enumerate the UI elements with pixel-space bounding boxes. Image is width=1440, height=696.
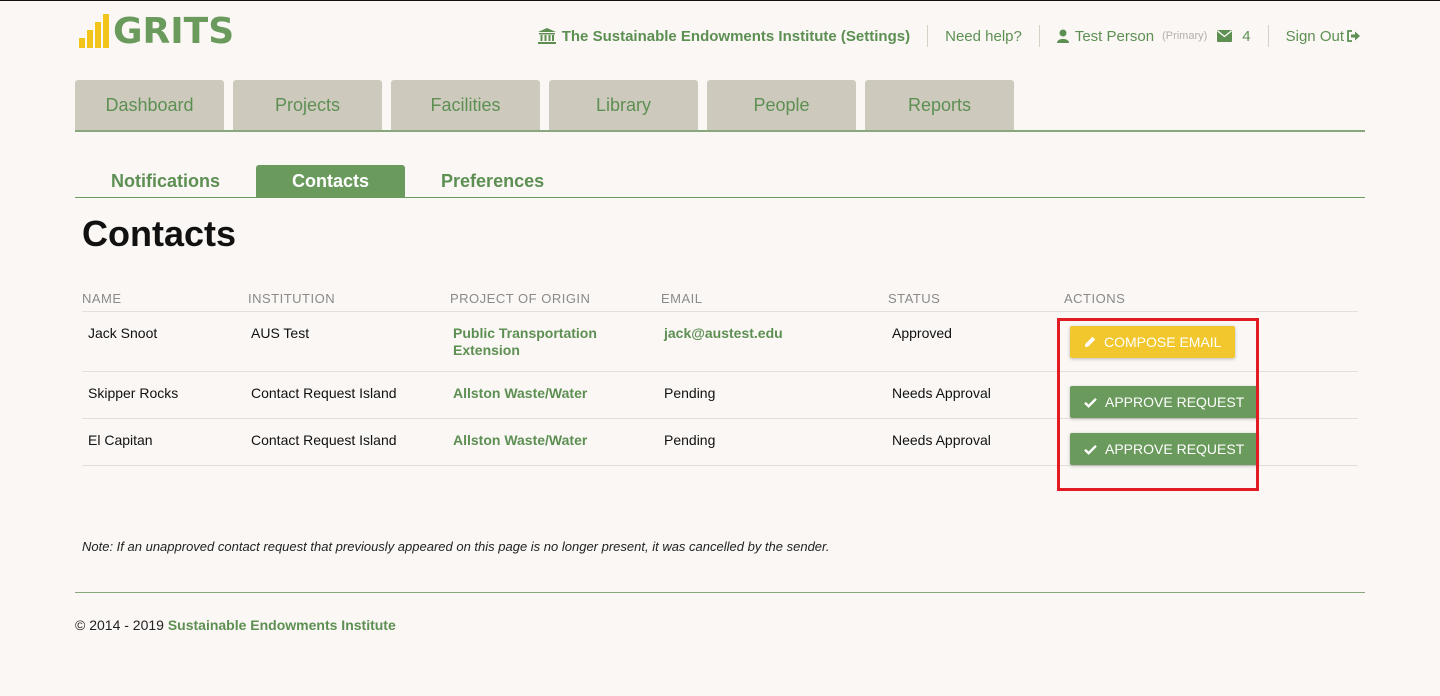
tab-dashboard[interactable]: Dashboard [75, 80, 224, 130]
tab-library[interactable]: Library [549, 80, 698, 130]
sign-out-icon [1347, 30, 1360, 42]
institution-name: The Sustainable Endowments Institute (Se… [561, 27, 911, 45]
tab-facilities[interactable]: Facilities [391, 80, 540, 130]
footer-copyright: © 2014 - 2019 [75, 617, 164, 633]
subtab-contacts[interactable]: Contacts [256, 165, 406, 197]
top-border [0, 0, 1440, 1]
main-tabs: Dashboard Projects Facilities Library Pe… [75, 80, 1014, 130]
table-header-row: NAME INSTITUTION PROJECT OF ORIGIN EMAIL… [82, 286, 1358, 312]
actions-highlight-box [1057, 318, 1259, 491]
user-icon [1056, 29, 1069, 43]
user-menu[interactable]: Test Person (Primary) 4 [1056, 27, 1251, 45]
sub-tabs: Notifications Contacts Preferences [75, 165, 580, 197]
contact-name: Jack Snoot [82, 311, 248, 372]
header-nav: The Sustainable Endowments Institute (Se… [537, 24, 1360, 48]
contact-institution: Contact Request Island [248, 418, 450, 466]
header-divider [1038, 25, 1040, 47]
cancelled-requests-note: Note: If an unapproved contact request t… [82, 539, 830, 554]
tab-people[interactable]: People [707, 80, 856, 130]
contact-name: El Capitan [82, 418, 248, 466]
contact-institution: AUS Test [248, 311, 450, 372]
contact-email: Pending [661, 418, 888, 466]
page-title: Contacts [82, 213, 237, 254]
contact-name: Skipper Rocks [82, 371, 248, 419]
grits-logo[interactable]: GRITS [79, 14, 234, 50]
user-name: Test Person [1074, 27, 1155, 45]
need-help-link[interactable]: Need help? [945, 28, 1022, 45]
column-header-project: PROJECT OF ORIGIN [450, 286, 661, 312]
tab-reports[interactable]: Reports [865, 80, 1014, 130]
header-divider [1267, 25, 1269, 47]
subtab-notifications[interactable]: Notifications [75, 165, 256, 197]
column-header-status: STATUS [888, 286, 1064, 312]
footer-org-link[interactable]: Sustainable Endowments Institute [168, 617, 396, 633]
email-link[interactable]: jack@austest.edu [664, 325, 783, 341]
header-divider [927, 25, 929, 47]
user-role: (Primary) [1162, 30, 1208, 42]
footer: © 2014 - 2019 Sustainable Endowments Ins… [75, 617, 396, 633]
column-header-actions: ACTIONS [1064, 286, 1358, 312]
project-link[interactable]: Allston Waste/Water [453, 385, 623, 402]
project-link[interactable]: Public Transportation Extension [453, 325, 623, 359]
project-link[interactable]: Allston Waste/Water [453, 432, 623, 449]
sign-out-label: Sign Out [1285, 27, 1344, 45]
sign-out-link[interactable]: Sign Out [1286, 28, 1360, 45]
envelope-icon[interactable] [1217, 30, 1233, 42]
sub-tabs-underline [75, 197, 1365, 198]
column-header-email: EMAIL [661, 286, 888, 312]
contact-status: Needs Approval [888, 371, 1064, 419]
institution-settings-link[interactable]: The Sustainable Endowments Institute (Se… [537, 27, 911, 45]
contact-email: Pending [661, 371, 888, 419]
need-help-label: Need help? [945, 27, 1022, 45]
column-header-institution: INSTITUTION [248, 286, 450, 312]
column-header-name: NAME [82, 286, 248, 312]
footer-divider [75, 592, 1365, 593]
contact-status: Needs Approval [888, 418, 1064, 466]
messages-count[interactable]: 4 [1242, 28, 1250, 45]
contact-institution: Contact Request Island [248, 371, 450, 419]
institution-icon [537, 28, 556, 44]
contact-status: Approved [888, 311, 1064, 372]
logo-text: GRITS [113, 11, 235, 52]
logo-bars-icon [79, 14, 113, 50]
subtab-preferences[interactable]: Preferences [405, 165, 580, 197]
tab-projects[interactable]: Projects [233, 80, 382, 130]
main-tabs-underline [75, 130, 1365, 132]
